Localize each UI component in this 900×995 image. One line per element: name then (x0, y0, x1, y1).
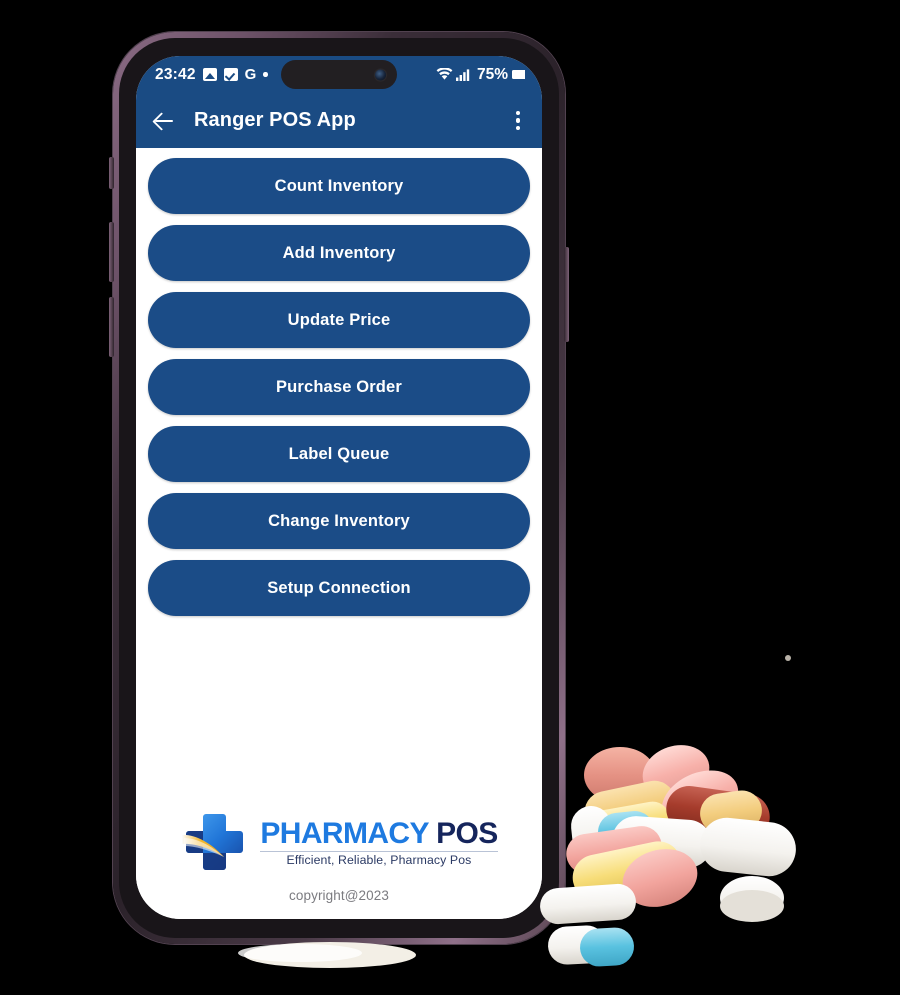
brand-logo: PHARMACY POS Efficient, Reliable, Pharma… (180, 810, 498, 876)
mute-switch-button[interactable] (109, 157, 114, 189)
wifi-icon (436, 68, 453, 81)
battery-percent-label: 75% (476, 65, 508, 83)
brand-title: PHARMACY POS (260, 817, 498, 851)
status-bar: 23:42 G 75% (136, 56, 542, 93)
copyright-label: copyright@2023 (289, 888, 389, 903)
brand-tagline: Efficient, Reliable, Pharmacy Pos (260, 850, 498, 867)
pharmacy-cross-logo-icon (180, 810, 252, 876)
volume-up-button[interactable] (109, 222, 114, 282)
dynamic-island-notch (281, 60, 397, 89)
update-price-button[interactable]: Update Price (148, 292, 530, 348)
cellular-signal-icon (455, 68, 471, 81)
status-bar-left: 23:42 G (155, 66, 268, 84)
app-footer: PHARMACY POS Efficient, Reliable, Pharma… (148, 810, 530, 919)
dot-icon (263, 72, 268, 77)
status-bar-right: 75% (436, 66, 525, 84)
back-arrow-icon[interactable] (151, 108, 177, 134)
volume-down-button[interactable] (109, 297, 114, 357)
google-g-icon: G (244, 66, 257, 83)
setup-connection-button[interactable]: Setup Connection (148, 560, 530, 616)
brand-primary-text: PHARMACY (260, 817, 429, 851)
brand-wordmark: PHARMACY POS Efficient, Reliable, Pharma… (260, 817, 498, 867)
menu-button-list: Count Inventory Add Inventory Update Pri… (148, 158, 530, 616)
count-inventory-button[interactable]: Count Inventory (148, 158, 530, 214)
brand-secondary-text: POS (436, 817, 498, 851)
add-inventory-button[interactable]: Add Inventory (148, 225, 530, 281)
purchase-order-button[interactable]: Purchase Order (148, 359, 530, 415)
label-queue-button[interactable]: Label Queue (148, 426, 530, 482)
phone-device-frame: 23:42 G 75% Ranger POS App Count Invento… (109, 32, 569, 944)
status-bar-clock: 23:42 (155, 65, 196, 83)
photo-icon (202, 68, 217, 81)
overflow-menu-icon[interactable] (507, 108, 529, 134)
phone-bezel: 23:42 G 75% Ranger POS App Count Invento… (119, 38, 559, 938)
power-button[interactable] (564, 247, 569, 342)
app-content: Count Inventory Add Inventory Update Pri… (136, 148, 542, 919)
battery-icon (512, 70, 525, 79)
page-title: Ranger POS App (194, 109, 356, 131)
front-camera-icon (375, 69, 386, 80)
screenshot-stage: 23:42 G 75% Ranger POS App Count Invento… (0, 0, 900, 995)
app-bar: Ranger POS App (136, 93, 542, 148)
change-inventory-button[interactable]: Change Inventory (148, 493, 530, 549)
checkbox-icon (223, 68, 238, 81)
phone-screen: 23:42 G 75% Ranger POS App Count Invento… (136, 56, 542, 919)
